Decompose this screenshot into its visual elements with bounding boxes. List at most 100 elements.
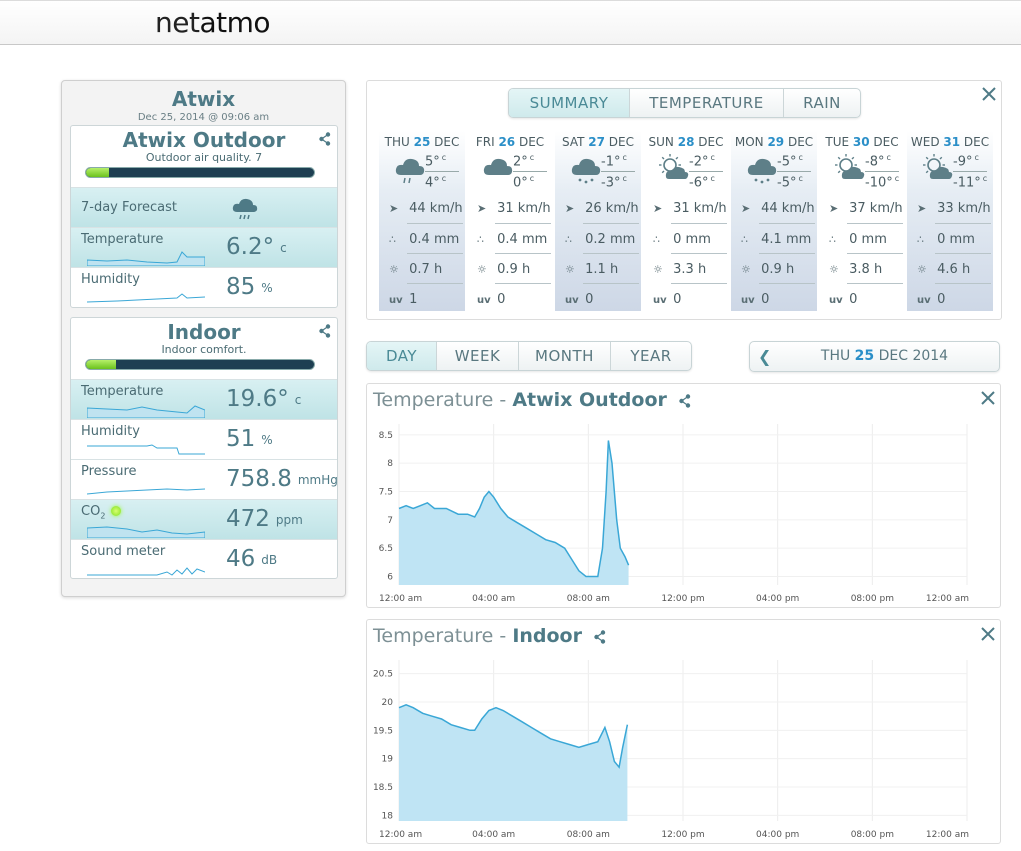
uv-icon: uv — [477, 295, 491, 306]
sound-row[interactable]: Sound meter 46 dB — [71, 539, 337, 578]
top-bar: netatmo — [0, 0, 1021, 45]
air-quality-bar — [85, 167, 315, 178]
forecast-min-temp: -3° c — [601, 174, 627, 191]
sound-value: 46 dB — [226, 546, 278, 572]
wind-icon: ➤ — [741, 202, 751, 215]
x-tick-label: 12:00 am — [379, 594, 422, 604]
x-tick-label: 08:00 am — [567, 830, 610, 840]
co2-sparkline — [87, 526, 205, 538]
temp-divider — [425, 171, 459, 172]
forecast-sun: ☼ 3.3 h — [653, 262, 707, 277]
indoor-temperature-label: Temperature — [81, 384, 164, 399]
outdoor-humidity-row[interactable]: Humidity 85% — [71, 267, 337, 307]
forecast-row[interactable]: 7-day Forecast — [71, 187, 337, 227]
snow-icon — [747, 158, 777, 184]
netatmo-logo[interactable]: netatmo — [155, 6, 270, 39]
close-icon[interactable] — [980, 626, 996, 642]
uv-icon: uv — [917, 295, 931, 306]
x-tick-label: 04:00 pm — [756, 594, 799, 604]
pressure-sparkline — [87, 488, 205, 495]
y-tick-label: 19.5 — [373, 726, 393, 736]
tab-year[interactable]: YEAR — [611, 342, 691, 370]
forecast-max-temp: -8° c — [865, 153, 891, 170]
forecast-day[interactable]: SUN 28 DEC -2° c -6° c ➤ 31 km/h ∴ 0 mm ☼ 3.3 h… — [643, 131, 729, 311]
forecast-rain: ∴ 0 mm — [829, 232, 887, 247]
tab-day[interactable]: DAY — [367, 342, 437, 370]
forecast-day[interactable]: THU 25 DEC 5° c 4° c ➤ 44 km/h ∴ 0.4 mm ☼ 0.7 h… — [379, 131, 465, 311]
outdoor-humidity-value: 85% — [226, 274, 273, 300]
wind-icon: ➤ — [653, 202, 663, 215]
indoor-humidity-value: 51% — [226, 426, 273, 452]
temp-divider — [513, 171, 547, 172]
tab-summary[interactable]: SUMMARY — [509, 89, 630, 117]
tab-month[interactable]: MONTH — [519, 342, 611, 370]
forecast-uv: uv 0 — [477, 292, 506, 307]
forecast-sun: ☼ 3.8 h — [829, 262, 883, 277]
forecast-uv: uv 0 — [653, 292, 682, 307]
forecast-day[interactable]: WED 31 DEC -9° c -11° c ➤ 33 km/h ∴ 0 mm ☼ 4.6 … — [907, 131, 993, 311]
forecast-day-header: SAT 27 DEC — [562, 135, 634, 149]
sun-cloud-icon — [923, 154, 953, 179]
pressure-row[interactable]: Pressure 758.8 mmHg — [71, 459, 337, 499]
y-tick-label: 8 — [387, 459, 393, 469]
forecast-day[interactable]: MON 29 DEC -5° c -5° c ➤ 44 km/h ∴ 4.1 mm ☼ 0.9… — [731, 131, 817, 311]
forecast-wind: ➤ 44 km/h — [741, 201, 815, 216]
forecast-rain: ∴ 0.2 mm — [565, 232, 636, 247]
chart-plot: 12:00 am 04:00 am 08:00 am 12:00 pm 04:00 pm… — [379, 424, 969, 604]
forecast-rain: ∴ 4.1 mm — [741, 232, 812, 247]
co2-row[interactable]: CO2 472 ppm — [71, 499, 337, 539]
x-tick-label: 12:00 pm — [661, 594, 704, 604]
indoor-temperature-row[interactable]: Temperature 19.6° c — [71, 379, 337, 419]
rain-cloud-icon — [232, 198, 258, 220]
share-icon[interactable] — [594, 629, 606, 644]
station-name: Atwix — [171, 87, 236, 111]
wind-icon: ➤ — [917, 202, 927, 215]
y-tick-label: 7.5 — [379, 488, 393, 498]
station-panel: Atwix Dec 25, 2014 @ 09:06 am Atwix Outd… — [61, 80, 346, 597]
forecast-max-temp: -1° c — [601, 153, 627, 170]
date-selector[interactable]: ❮ THU 25 DEC 2014 — [749, 341, 1000, 372]
sun-icon: ☼ — [917, 263, 927, 276]
outdoor-temperature-row[interactable]: Temperature 6.2° c — [71, 227, 337, 267]
indoor-humidity-label: Humidity — [81, 424, 140, 439]
x-tick-label: 04:00 am — [472, 594, 515, 604]
tab-week[interactable]: WEEK — [437, 342, 519, 370]
indoor-module-title: Indoor — [167, 320, 241, 344]
temp-divider — [953, 171, 987, 172]
forecast-day[interactable]: SAT 27 DEC -1° c -3° c ➤ 26 km/h ∴ 0.2 mm ☼ 1.1… — [555, 131, 641, 311]
forecast-wind: ➤ 31 km/h — [477, 201, 551, 216]
y-tick-label: 6 — [387, 573, 393, 583]
temp-divider — [865, 171, 899, 172]
indoor-humidity-row[interactable]: Humidity 51% — [71, 419, 337, 459]
tab-temperature[interactable]: TEMPERATURE — [630, 89, 784, 117]
x-tick-label: 12:00 am — [379, 830, 422, 840]
y-tick-label: 18.5 — [373, 783, 393, 793]
close-icon[interactable] — [981, 86, 997, 102]
tab-rain[interactable]: RAIN — [784, 89, 860, 117]
x-tick-label: 12:00 am — [926, 830, 969, 840]
forecast-wind: ➤ 44 km/h — [389, 201, 463, 216]
forecast-day[interactable]: FRI 26 DEC 2° c 0° c ➤ 31 km/h ∴ 0.4 mm ☼ 0.9 h… — [467, 131, 553, 311]
forecast-day[interactable]: TUE 30 DEC -8° c -10° c ➤ 37 km/h ∴ 0 mm ☼ 3.8 … — [819, 131, 905, 311]
indoor-module: Indoor Indoor comfort. Temperature 19.6°… — [70, 317, 338, 579]
x-tick-label: 12:00 am — [926, 594, 969, 604]
series-area — [399, 440, 629, 585]
share-icon[interactable] — [319, 324, 331, 338]
forecast-view-tabs: SUMMARY TEMPERATURE RAIN — [508, 88, 861, 118]
outdoor-temperature-value: 6.2° c — [226, 234, 287, 260]
pressure-label: Pressure — [81, 464, 137, 479]
share-icon[interactable] — [679, 393, 691, 408]
sound-sparkline — [87, 567, 205, 576]
close-icon[interactable] — [980, 390, 996, 406]
drops-icon: ∴ — [389, 233, 396, 246]
outdoor-module: Atwix Outdoor Outdoor air quality. 7 7-d… — [70, 125, 338, 308]
forecast-sun: ☼ 4.6 h — [917, 262, 971, 277]
air-quality-fill — [86, 168, 109, 177]
outdoor-temperature-chart: 12:00 am 04:00 am 08:00 am 12:00 pm 04:00 pm… — [366, 383, 1001, 608]
share-icon[interactable] — [319, 132, 331, 146]
y-tick-label: 18 — [382, 811, 394, 821]
cloud-icon — [483, 158, 513, 175]
x-tick-label: 04:00 pm — [756, 830, 799, 840]
series-area — [399, 704, 628, 821]
wind-icon: ➤ — [565, 202, 575, 215]
